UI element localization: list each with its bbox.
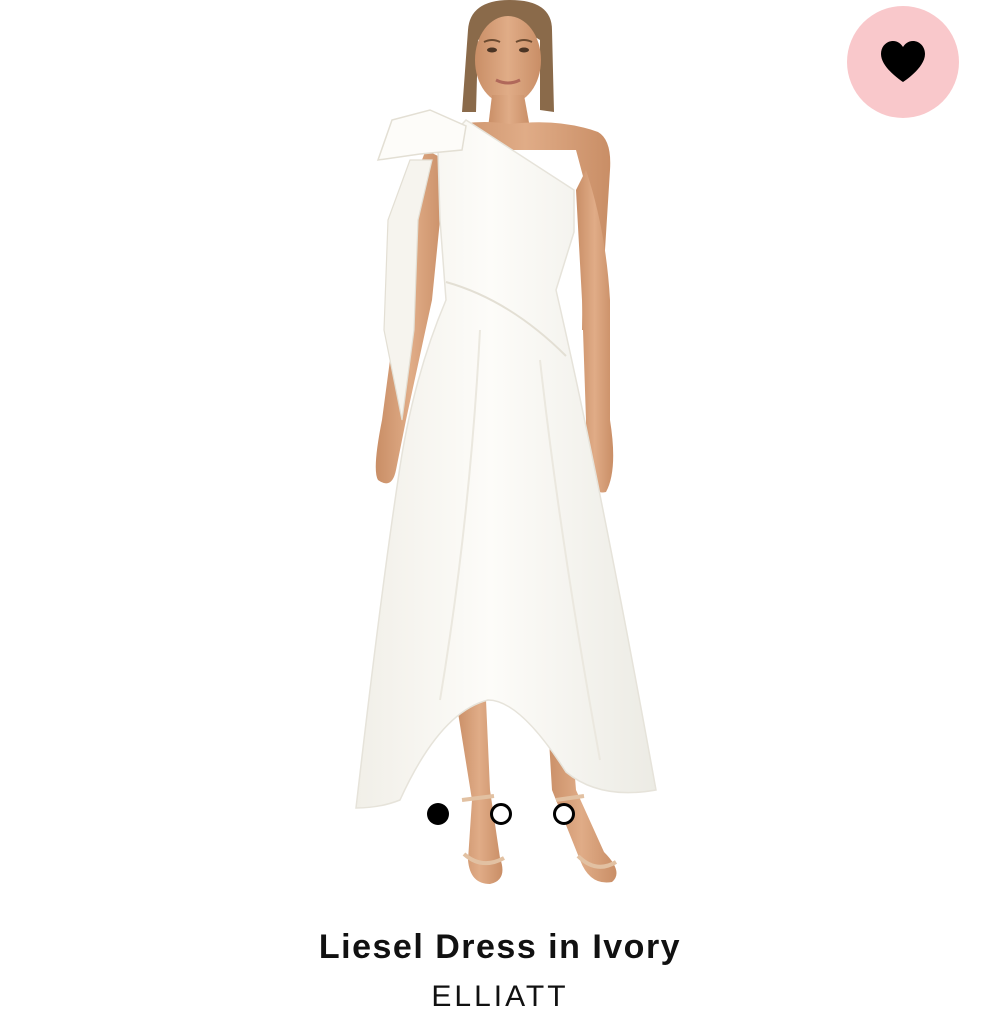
model-illustration — [355, 0, 657, 884]
carousel-dot[interactable] — [490, 803, 512, 825]
product-image[interactable] — [0, 0, 1000, 905]
wishlist-button[interactable] — [847, 6, 959, 118]
carousel-dot[interactable] — [553, 803, 575, 825]
carousel-dots — [427, 803, 575, 825]
product-page: Liesel Dress in Ivory ELLIATT — [0, 0, 1000, 1013]
carousel-dot[interactable] — [427, 803, 449, 825]
product-brand[interactable]: ELLIATT — [0, 980, 1000, 1014]
product-title: Liesel Dress in Ivory — [318, 928, 682, 966]
heart-icon — [881, 41, 925, 82]
